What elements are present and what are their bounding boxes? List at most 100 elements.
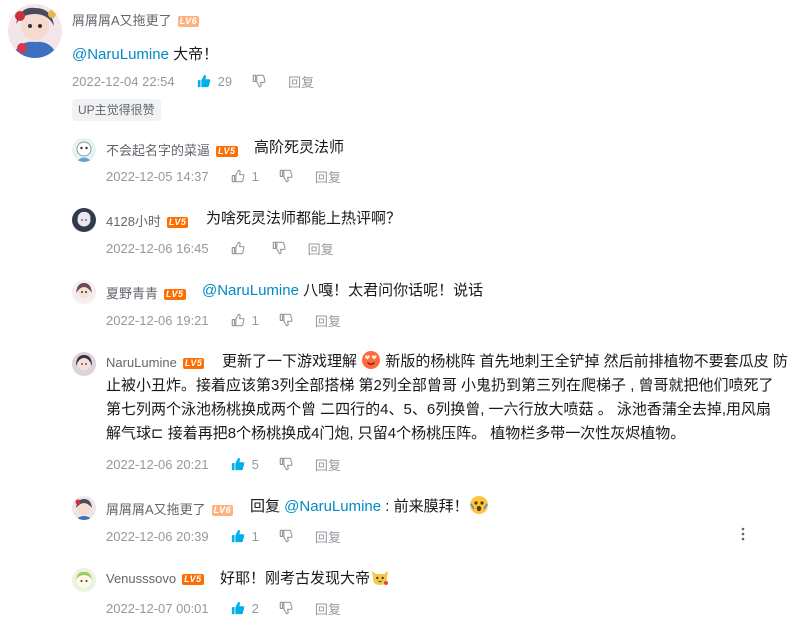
mention-link[interactable]: @NaruLumine [202, 282, 299, 299]
level-badge: LV6 [211, 505, 234, 517]
avatar[interactable] [72, 496, 96, 520]
like-count: 1 [251, 312, 259, 328]
shocked-face-emoji-icon [469, 496, 488, 514]
reply-button[interactable]: 回复 [315, 311, 341, 330]
mention-link[interactable]: @NaruLumine [72, 46, 169, 63]
thumb-up-icon [231, 313, 245, 327]
thumb-down-icon [279, 169, 293, 183]
root-username-row: 屑屑屑A又拖更了 LV6 [72, 10, 200, 29]
comment-text: 高阶死灵法师 [254, 139, 345, 156]
reply-item: Venusssovo LV5 好耶！刚考古发现大帝 2022-12-07 00:0… [72, 567, 802, 623]
reply-button[interactable]: 回复 [315, 599, 341, 618]
dislike-button[interactable] [252, 74, 266, 88]
thumb-up-icon [231, 169, 245, 183]
comment-body: : 前来膜拜！ [381, 498, 469, 515]
reply-button[interactable]: 回复 [308, 239, 334, 258]
root-comment: 屑屑屑A又拖更了 LV6 @NaruLumine 大帝！ 2022-12-04 2… [0, 0, 812, 130]
like-count: 5 [251, 456, 259, 472]
comment-text-line: 解气球⊏ 接着再把8个杨桃换成4门炮, 只留4个杨桃压阵。 植物栏多带一次性灰烬… [106, 425, 686, 442]
username[interactable]: 4128小时 [106, 214, 161, 229]
thumb-down-icon [279, 529, 293, 543]
like-button[interactable]: 1 [231, 169, 259, 184]
level-badge: LV5 [216, 146, 238, 158]
comment-body: 好耶！刚考古发现大帝 [220, 570, 371, 587]
avatar[interactable] [8, 4, 62, 58]
reply-button[interactable]: 回复 [288, 72, 314, 91]
avatar[interactable] [72, 208, 96, 232]
avatar[interactable] [72, 568, 96, 592]
thumb-up-icon [231, 457, 244, 471]
comment-body: 八嘎！太君问你话呢！说话 [298, 282, 484, 299]
heart-face-emoji-icon [362, 351, 381, 369]
thumb-down-icon [279, 313, 293, 327]
comment-text: 好耶！刚考古发现大帝 [220, 567, 390, 591]
username[interactable]: 屑屑屑A又拖更了 [72, 13, 172, 28]
like-count: 1 [251, 168, 259, 184]
comment-meta: 2022-12-05 14:37 1 回复 [106, 167, 341, 185]
reply-button[interactable]: 回复 [315, 167, 341, 186]
username[interactable]: Venusssovo [106, 571, 176, 586]
reply-username-row: 屑屑屑A又拖更了 LV6 [106, 499, 234, 518]
reply-button[interactable]: 回复 [315, 527, 341, 546]
level-badge: LV6 [177, 16, 200, 28]
thumb-down-icon [252, 74, 266, 88]
reply-username-row: NaruLumine LV5 [106, 355, 205, 370]
username[interactable]: 夏野青青 [106, 286, 158, 301]
reply-prefix: 回复 [250, 498, 285, 515]
comment-text-line: 止被小丑炸。接着应该第3列全部搭梯 第2列全部曾哥 小鬼扔到第三列在爬梯子 , … [106, 377, 774, 394]
level-badge: LV5 [182, 574, 204, 586]
comment-meta: 2022-12-06 19:21 1 回复 [106, 311, 341, 329]
comment-meta: 2022-12-06 16:45 回复 [106, 239, 334, 257]
dislike-button[interactable] [279, 457, 293, 471]
comment-text: 回复 @NaruLumine : 前来膜拜！ [250, 495, 489, 519]
up-liked-tag: UP主觉得很赞 [72, 99, 161, 121]
comment-text: 为啥死灵法师都能上热评啊？ [206, 210, 402, 227]
dislike-button[interactable] [279, 529, 293, 543]
username[interactable]: NaruLumine [106, 355, 177, 370]
timestamp: 2022-12-06 20:21 [106, 456, 209, 472]
thumb-up-icon [231, 601, 244, 615]
thumb-up-icon [231, 241, 245, 255]
like-button[interactable]: 29 [197, 74, 232, 89]
comment-meta: 2022-12-07 00:01 2 回复 [106, 599, 341, 617]
comment-text: @NaruLumine 八嘎！太君问你话呢！说话 [202, 279, 483, 303]
like-button[interactable]: 1 [231, 529, 259, 544]
level-badge: LV5 [166, 217, 189, 229]
like-button[interactable]: 2 [231, 601, 259, 616]
like-button[interactable]: 5 [231, 457, 259, 472]
reply-item: 屑屑屑A又拖更了 LV6 回复 @NaruLumine : 前来膜拜！ 2022-… [72, 495, 802, 551]
avatar[interactable] [72, 280, 96, 304]
comment-meta: 2022-12-06 20:39 1 回复 [106, 527, 341, 545]
reply-button[interactable]: 回复 [315, 455, 341, 474]
like-count: 29 [217, 73, 233, 89]
comment-text-line: 第七列两个泳池杨桃换成两个曾 二四行的4、5、6列换曾, 一六行放大喷菇 。 泳… [106, 401, 772, 418]
more-vertical-icon[interactable] [739, 527, 747, 541]
reply-username-row: Venusssovo LV5 [106, 571, 204, 586]
timestamp: 2022-12-07 00:01 [106, 600, 209, 616]
username[interactable]: 不会起名字的菜逼 [106, 143, 210, 158]
avatar[interactable] [72, 352, 96, 376]
timestamp: 2022-12-05 14:37 [106, 168, 209, 184]
like-button[interactable]: 1 [231, 313, 259, 328]
cat-face-emoji-icon [372, 571, 389, 585]
dislike-button[interactable] [272, 241, 286, 255]
dislike-button[interactable] [279, 313, 293, 327]
dislike-button[interactable] [279, 601, 293, 615]
avatar[interactable] [72, 138, 96, 162]
timestamp: 2022-12-06 19:21 [106, 312, 209, 328]
like-count: 1 [251, 528, 259, 544]
comment-body: 新版的杨桃阵 首先地刺王全铲掉 然后前排植物不要套瓜皮 防 [381, 353, 788, 370]
timestamp: 2022-12-04 22:54 [72, 73, 175, 89]
reply-username-row: 4128小时 LV5 [106, 211, 189, 230]
reply-item: 不会起名字的菜逼 LV5 高阶死灵法师 2022-12-05 14:37 1 回复 [72, 136, 802, 192]
thumb-down-icon [279, 457, 293, 471]
mention-link[interactable]: @NaruLumine [284, 498, 381, 515]
comment-body: 大帝！ [168, 46, 219, 63]
dislike-button[interactable] [279, 169, 293, 183]
comment-meta: 2022-12-06 20:21 5 回复 [106, 455, 341, 473]
reply-item: 4128小时 LV5 为啥死灵法师都能上热评啊？ 2022-12-06 16:45… [72, 208, 802, 264]
username[interactable]: 屑屑屑A又拖更了 [106, 502, 206, 517]
comment-body: 更新了一下游戏理解 [222, 353, 362, 370]
like-button[interactable] [231, 241, 252, 255]
reply-username-row: 不会起名字的菜逼 LV5 [106, 140, 238, 159]
